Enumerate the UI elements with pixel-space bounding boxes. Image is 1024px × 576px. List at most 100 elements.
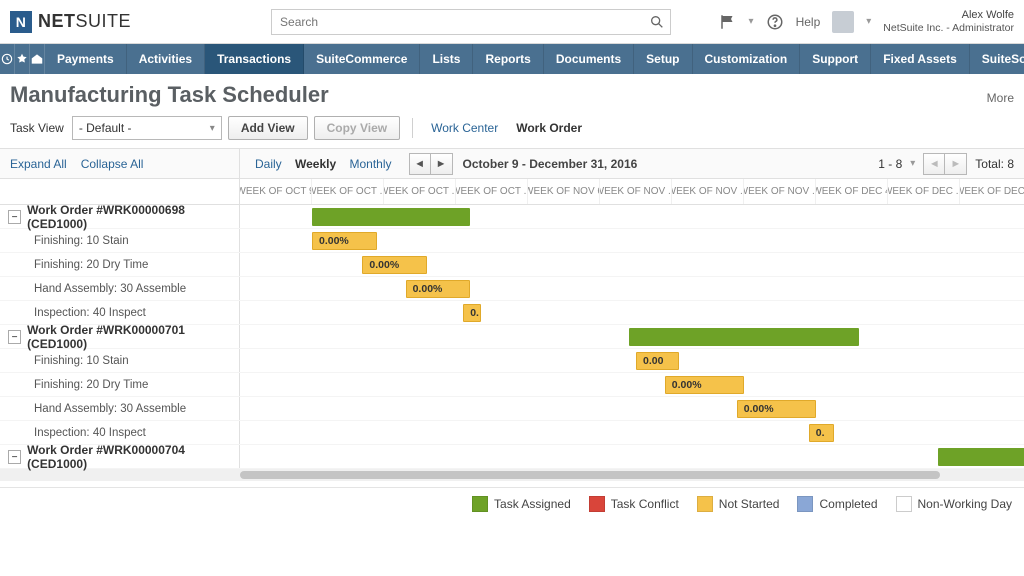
- navbar: PaymentsActivitiesTransactionsSuiteComme…: [0, 44, 1024, 74]
- add-view-button[interactable]: Add View: [228, 116, 308, 140]
- granularity-monthly[interactable]: Monthly: [350, 157, 392, 171]
- logo[interactable]: N NETSUITE: [10, 11, 131, 33]
- task-view-select[interactable]: - Default -: [72, 116, 222, 140]
- not-started-bar[interactable]: 0.: [463, 304, 481, 322]
- column-header: WEEK OF NOV ...: [672, 179, 744, 204]
- legend-completed: Completed: [797, 496, 877, 512]
- row-label: Hand Assembly: 30 Assemble: [34, 403, 186, 415]
- assigned-bar[interactable]: [629, 328, 859, 346]
- task-row: Inspection: 40 Inspect0.: [0, 301, 1024, 325]
- avatar[interactable]: [832, 11, 854, 33]
- column-header: WEEK OF DEC 4: [816, 179, 888, 204]
- row-toggle[interactable]: −: [8, 450, 21, 464]
- column-header: WEEK OF OCT 9: [240, 179, 312, 204]
- copy-view-button: Copy View: [314, 116, 400, 140]
- nav-home-icon[interactable]: [30, 44, 45, 74]
- search-input[interactable]: [271, 9, 671, 35]
- legend-assigned: Task Assigned: [472, 496, 571, 512]
- column-header: WEEK OF DEC ...: [960, 179, 1024, 204]
- collapse-all[interactable]: Collapse All: [81, 157, 144, 171]
- more-link[interactable]: More: [987, 91, 1014, 105]
- nav-item-suitesocial[interactable]: SuiteSocial: [970, 44, 1024, 74]
- page-next-button[interactable]: ►: [945, 153, 967, 175]
- swatch-blue: [797, 496, 813, 512]
- user-caret: ▾: [866, 16, 871, 27]
- task-view-value: - Default -: [79, 121, 132, 135]
- bar-progress-label: 0.00%: [319, 235, 349, 247]
- task-row: Hand Assembly: 30 Assemble0.00%: [0, 277, 1024, 301]
- column-header: WEEK OF OCT ...: [312, 179, 384, 204]
- tab-work-order[interactable]: Work Order: [510, 121, 588, 135]
- nav-recent-icon[interactable]: [0, 44, 15, 74]
- bar-progress-label: 0.: [816, 427, 825, 439]
- nav-item-setup[interactable]: Setup: [634, 44, 692, 74]
- search-icon[interactable]: [649, 14, 665, 30]
- not-started-bar[interactable]: 0.00%: [737, 400, 816, 418]
- not-started-bar[interactable]: 0.00%: [362, 256, 427, 274]
- not-started-bar[interactable]: 0.00%: [406, 280, 471, 298]
- task-row: Inspection: 40 Inspect 0.: [0, 421, 1024, 445]
- column-header: WEEK OF NOV ...: [744, 179, 816, 204]
- legend-non-working: Non-Working Day: [896, 496, 1012, 512]
- nav-item-reports[interactable]: Reports: [473, 44, 543, 74]
- nav-star-icon[interactable]: [15, 44, 30, 74]
- user-role: NetSuite Inc. - Administrator: [883, 22, 1014, 35]
- help-icon[interactable]: [766, 13, 784, 31]
- page-prev-button[interactable]: ◄: [923, 153, 945, 175]
- toolbar-separator: [412, 118, 413, 138]
- tab-work-center[interactable]: Work Center: [425, 121, 504, 135]
- nav-item-activities[interactable]: Activities: [127, 44, 205, 74]
- not-started-bar[interactable]: 0.00%: [312, 232, 377, 250]
- granularity: Daily Weekly Monthly: [250, 157, 397, 171]
- scrollbar-thumb[interactable]: [240, 471, 940, 479]
- work-order-row: −Work Order #WRK00000701 (CED1000): [0, 325, 1024, 349]
- not-started-bar[interactable]: 0.00%: [665, 376, 744, 394]
- page-range-caret[interactable]: ▾: [910, 158, 915, 169]
- nav-item-customization[interactable]: Customization: [693, 44, 801, 74]
- work-order-row: −Work Order #WRK00000704 (CED1000): [0, 445, 1024, 469]
- assigned-bar[interactable]: [312, 208, 470, 226]
- toolbar: Task View - Default - Add View Copy View…: [0, 114, 1024, 149]
- row-label: Inspection: 40 Inspect: [34, 427, 146, 439]
- assigned-bar[interactable]: [938, 448, 1024, 466]
- user-name: Alex Wolfe: [883, 9, 1014, 22]
- date-nav: ◄ ►: [409, 153, 453, 175]
- column-header: WEEK OF OCT ...: [456, 179, 528, 204]
- column-header: WEEK OF NOV 6: [528, 179, 600, 204]
- row-toggle[interactable]: −: [8, 210, 21, 224]
- user-block[interactable]: Alex Wolfe NetSuite Inc. - Administrator: [883, 9, 1014, 35]
- row-label: Work Order #WRK00000704 (CED1000): [27, 443, 231, 471]
- nav-item-suitecommerce[interactable]: SuiteCommerce: [304, 44, 420, 74]
- swatch-green: [472, 496, 488, 512]
- nav-item-transactions[interactable]: Transactions: [205, 44, 304, 74]
- granularity-daily[interactable]: Daily: [255, 157, 282, 171]
- row-label: Finishing: 20 Dry Time: [34, 259, 148, 271]
- not-started-bar[interactable]: 0.: [809, 424, 834, 442]
- task-row: Hand Assembly: 30 Assemble 0.00%: [0, 397, 1024, 421]
- swatch-yellow: [697, 496, 713, 512]
- bar-progress-label: 0.00%: [744, 403, 774, 415]
- expand-all[interactable]: Expand All: [10, 157, 67, 171]
- date-next-button[interactable]: ►: [431, 153, 453, 175]
- logo-icon: N: [10, 11, 32, 33]
- help-link[interactable]: Help: [796, 15, 821, 29]
- date-range: October 9 - December 31, 2016: [463, 157, 638, 171]
- task-row: Finishing: 10 Stain 0.00: [0, 349, 1024, 373]
- row-toggle[interactable]: −: [8, 330, 21, 344]
- feedback-icon[interactable]: [719, 13, 737, 31]
- nav-item-support[interactable]: Support: [800, 44, 871, 74]
- granularity-weekly[interactable]: Weekly: [295, 157, 336, 171]
- controls-row: Expand All Collapse All Daily Weekly Mon…: [0, 149, 1024, 179]
- nav-item-lists[interactable]: Lists: [420, 44, 473, 74]
- not-started-bar[interactable]: 0.00: [636, 352, 679, 370]
- bar-progress-label: 0.00%: [413, 283, 443, 295]
- swatch-grey: [896, 496, 912, 512]
- nav-item-fixed-assets[interactable]: Fixed Assets: [871, 44, 970, 74]
- legend-conflict: Task Conflict: [589, 496, 679, 512]
- total-count: Total: 8: [975, 157, 1014, 171]
- legend: Task Assigned Task Conflict Not Started …: [0, 487, 1024, 520]
- row-label: Finishing: 10 Stain: [34, 355, 129, 367]
- nav-item-documents[interactable]: Documents: [544, 44, 634, 74]
- nav-item-payments[interactable]: Payments: [45, 44, 127, 74]
- date-prev-button[interactable]: ◄: [409, 153, 431, 175]
